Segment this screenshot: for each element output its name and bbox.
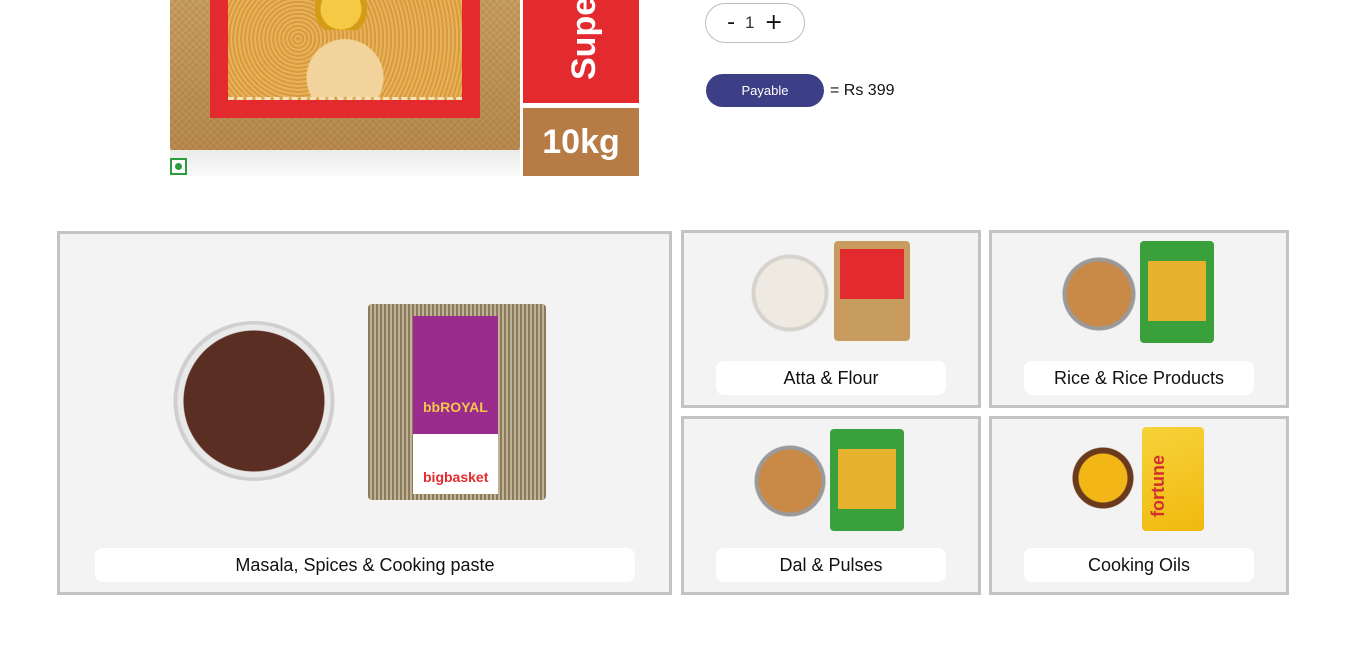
category-label: Cooking Oils bbox=[1024, 548, 1254, 582]
product-image: Supe 10kg bbox=[170, 0, 639, 176]
category-tile-dal[interactable]: Dal & Pulses bbox=[681, 416, 981, 595]
dal-packet-image bbox=[830, 429, 904, 531]
oil-pouch-image: fortune bbox=[1142, 427, 1204, 531]
category-label: Masala, Spices & Cooking paste bbox=[95, 548, 635, 582]
category-label: Atta & Flour bbox=[716, 361, 946, 395]
category-tile-atta-flour[interactable]: Atta & Flour bbox=[681, 230, 981, 408]
category-tile-cooking-oils[interactable]: fortune Cooking Oils bbox=[989, 416, 1289, 595]
dal-bowl-image bbox=[752, 443, 828, 519]
rice-bowl-image bbox=[1060, 255, 1138, 333]
product-weight-text: 10kg bbox=[523, 108, 639, 176]
quality-seal-icon bbox=[315, 0, 367, 30]
decrease-quantity-button[interactable]: - bbox=[727, 12, 735, 34]
category-label: Rice & Rice Products bbox=[1024, 361, 1254, 395]
payable-row: Payable = Rs 399 bbox=[706, 74, 894, 107]
payable-button[interactable]: Payable bbox=[706, 74, 824, 107]
quantity-value: 1 bbox=[745, 13, 755, 32]
flour-bowl-image bbox=[750, 253, 830, 333]
spice-packet-image: bbROYAL bigbasket bbox=[368, 304, 546, 500]
category-tile-rice[interactable]: Rice & Rice Products bbox=[989, 230, 1289, 408]
product-side-text: Supe bbox=[565, 0, 603, 80]
category-label: Dal & Pulses bbox=[716, 548, 946, 582]
rice-packet-image bbox=[1140, 241, 1214, 343]
oil-bowl-image bbox=[1070, 445, 1136, 511]
mustard-seeds-bowl-image bbox=[171, 321, 337, 481]
category-tile-masala[interactable]: bbROYAL bigbasket Masala, Spices & Cooki… bbox=[57, 231, 672, 595]
quantity-stepper: - 1 + bbox=[705, 3, 805, 43]
payable-total: = Rs 399 bbox=[830, 81, 895, 99]
atta-bag-graphic bbox=[170, 0, 520, 176]
increase-quantity-button[interactable]: + bbox=[764, 12, 782, 34]
atta-packet-image bbox=[834, 241, 910, 341]
veg-mark-icon bbox=[170, 158, 187, 175]
